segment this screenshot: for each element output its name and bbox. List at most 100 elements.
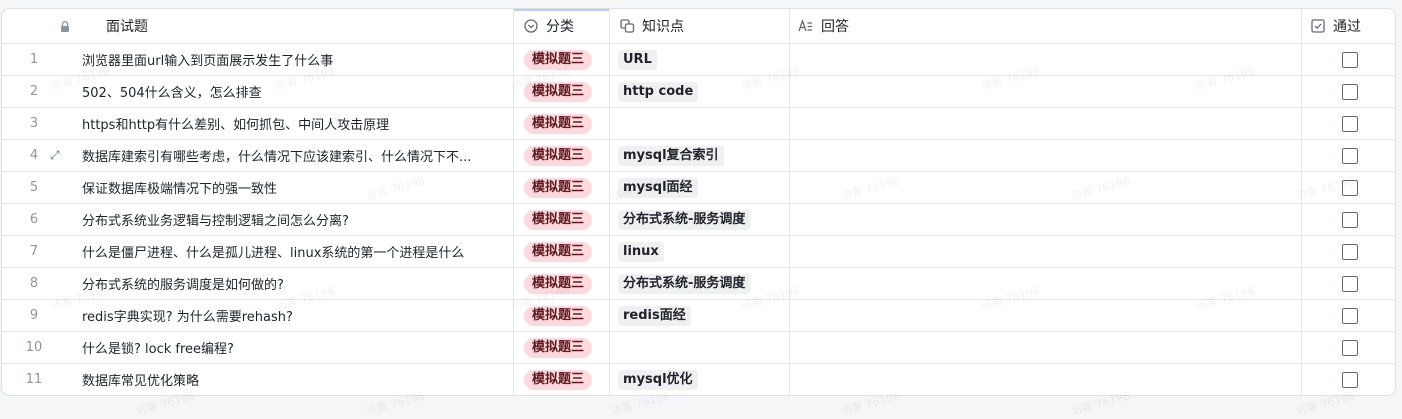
knowledge-tag: mysql优化 [618,369,698,390]
category-cell[interactable]: 模拟题三 [514,268,610,299]
knowledge-cell[interactable] [610,108,790,139]
table-row[interactable]: 5 保证数据库极端情况下的强一致性 模拟题三 mysql面经 [2,172,1395,204]
knowledge-cell[interactable]: URL [610,44,790,75]
passed-checkbox[interactable] [1342,179,1358,196]
row-number: 11 [25,372,43,387]
passed-cell [1302,268,1395,299]
answer-cell[interactable] [790,44,1302,75]
knowledge-cell[interactable]: 分布式系统-服务调度 [610,204,790,235]
answer-cell[interactable] [790,364,1302,395]
row-number: 3 [29,116,39,131]
passed-checkbox[interactable] [1342,371,1358,388]
answer-cell[interactable] [790,172,1302,203]
passed-cell [1302,300,1395,331]
table-row[interactable]: 7 什么是僵尸进程、什么是孤儿进程、linux系统的第一个进程是什么 模拟题三 lin… [2,236,1395,268]
question-cell[interactable]: 什么是锁? lock free编程? [74,332,514,363]
passed-checkbox[interactable] [1342,211,1358,228]
question-cell[interactable]: 分布式系统的服务调度是如何做的? [74,268,514,299]
table-row[interactable]: 3 https和http有什么差别、如何抓包、中间人攻击原理 模拟题三 [2,108,1395,140]
row-index-cell: 9 [2,300,74,331]
header-question[interactable]: 面试题 [74,9,514,43]
passed-cell [1302,172,1395,203]
question-cell[interactable]: https和http有什么差别、如何抓包、中间人攻击原理 [74,108,514,139]
header-passed-label: 通过 [1333,19,1361,35]
answer-cell[interactable] [790,76,1302,107]
table-row[interactable]: 1 浏览器里面url输入到页面展示发生了什么事 模拟题三 URL [2,44,1395,76]
header-category[interactable]: 分类 [514,9,610,43]
passed-checkbox[interactable] [1342,339,1358,356]
question-cell[interactable]: 什么是僵尸进程、什么是孤儿进程、linux系统的第一个进程是什么 [74,236,514,267]
category-cell[interactable]: 模拟题三 [514,140,610,171]
table-row[interactable]: 8 分布式系统的服务调度是如何做的? 模拟题三 分布式系统-服务调度 [2,268,1395,300]
row-number: 8 [29,276,39,291]
question-cell[interactable]: 浏览器里面url输入到页面展示发生了什么事 [74,44,514,75]
category-cell[interactable]: 模拟题三 [514,300,610,331]
category-tag: 模拟题三 [524,305,593,326]
category-cell[interactable]: 模拟题三 [514,108,610,139]
answer-cell[interactable] [790,300,1302,331]
passed-checkbox[interactable] [1342,83,1358,100]
answer-cell[interactable] [790,332,1302,363]
category-cell[interactable]: 模拟题三 [514,204,610,235]
answer-cell[interactable] [790,204,1302,235]
knowledge-cell[interactable]: 分布式系统-服务调度 [610,268,790,299]
category-tag: 模拟题三 [524,369,593,390]
answer-cell[interactable] [790,236,1302,267]
question-text: 分布式系统的服务调度是如何做的? [82,278,284,293]
passed-cell [1302,204,1395,235]
knowledge-cell[interactable]: http code [610,76,790,107]
row-index-cell: 6 [2,204,74,235]
question-text: https和http有什么差别、如何抓包、中间人攻击原理 [82,118,390,133]
knowledge-cell[interactable]: mysql优化 [610,364,790,395]
knowledge-tag: 分布式系统-服务调度 [618,209,751,230]
knowledge-cell[interactable]: redis面经 [610,300,790,331]
category-cell[interactable]: 模拟题三 [514,364,610,395]
category-cell[interactable]: 模拟题三 [514,236,610,267]
table-row[interactable]: 6 分布式系统业务逻辑与控制逻辑之间怎么分离? 模拟题三 分布式系统-服务调度 [2,204,1395,236]
category-cell[interactable]: 模拟题三 [514,44,610,75]
question-cell[interactable]: 502、504什么含义，怎么排查 [74,76,514,107]
answer-cell[interactable] [790,268,1302,299]
question-cell[interactable]: 分布式系统业务逻辑与控制逻辑之间怎么分离? [74,204,514,235]
header-knowledge[interactable]: 知识点 [610,9,790,43]
table-row[interactable]: 9 redis字典实现? 为什么需要rehash? 模拟题三 redis面经 [2,300,1395,332]
question-cell[interactable]: 数据库建索引有哪些考虑，什么情况下应该建索引、什么情况下不... [74,140,514,171]
row-index-cell: 11 [2,364,74,395]
row-number: 7 [29,244,39,259]
expand-icon[interactable]: ⤢ [50,148,60,163]
knowledge-cell[interactable] [610,332,790,363]
question-text: 什么是僵尸进程、什么是孤儿进程、linux系统的第一个进程是什么 [82,246,465,261]
header-category-label: 分类 [546,19,574,35]
header-knowledge-label: 知识点 [642,19,684,35]
knowledge-tag: http code [618,81,699,102]
knowledge-cell[interactable]: mysql面经 [610,172,790,203]
question-cell[interactable]: 保证数据库极端情况下的强一致性 [74,172,514,203]
category-cell[interactable]: 模拟题三 [514,76,610,107]
table-row[interactable]: 10 什么是锁? lock free编程? 模拟题三 [2,332,1395,364]
table-row[interactable]: 11 数据库常见优化策略 模拟题三 mysql优化 [2,364,1395,395]
category-cell[interactable]: 模拟题三 [514,172,610,203]
category-cell[interactable]: 模拟题三 [514,332,610,363]
question-cell[interactable]: 数据库常见优化策略 [74,364,514,395]
header-answer[interactable]: 回答 [790,9,1302,43]
question-cell[interactable]: redis字典实现? 为什么需要rehash? [74,300,514,331]
row-number: 9 [29,308,39,323]
table-row[interactable]: 4 ⤢ 数据库建索引有哪些考虑，什么情况下应该建索引、什么情况下不... 模拟题三 my… [2,140,1395,172]
passed-checkbox[interactable] [1342,307,1358,324]
knowledge-tag: mysql复合索引 [618,145,724,166]
passed-checkbox[interactable] [1342,243,1358,260]
knowledge-cell[interactable]: mysql复合索引 [610,140,790,171]
row-number: 10 [25,340,43,355]
passed-checkbox[interactable] [1342,275,1358,292]
passed-checkbox[interactable] [1342,147,1358,164]
passed-checkbox[interactable] [1342,51,1358,68]
knowledge-cell[interactable]: linux [610,236,790,267]
header-passed[interactable]: 通过 [1302,9,1395,43]
passed-checkbox[interactable] [1342,115,1358,132]
header-answer-label: 回答 [821,19,849,35]
question-text: 数据库常见优化策略 [82,374,200,389]
table-row[interactable]: 2 502、504什么含义，怎么排查 模拟题三 http code [2,76,1395,108]
answer-cell[interactable] [790,108,1302,139]
passed-cell [1302,140,1395,171]
answer-cell[interactable] [790,140,1302,171]
